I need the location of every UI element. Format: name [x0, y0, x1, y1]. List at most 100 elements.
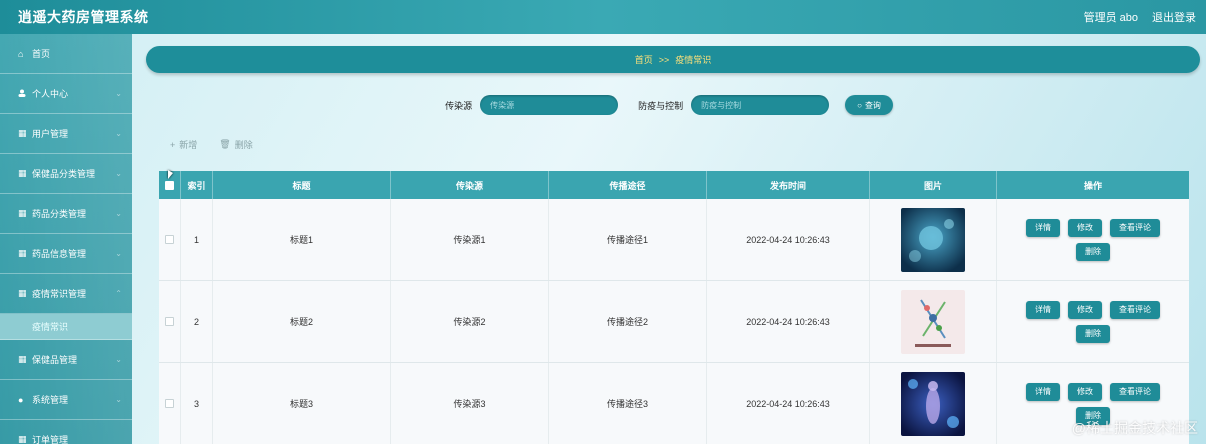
source-input[interactable]: [480, 95, 619, 115]
breadcrumb-home[interactable]: 首页: [635, 53, 653, 66]
sidebar-subitem-epidemic[interactable]: 疫情常识: [0, 314, 132, 340]
grid-icon: ▦: [18, 354, 27, 364]
data-table: 索引 标题 传染源 传播途径 发布时间 图片 操作 1 标题1 传染源1 传播途…: [159, 171, 1189, 444]
cell-index: 2: [181, 281, 213, 362]
delete-button[interactable]: 删除: [1076, 242, 1110, 261]
thumbnail-image[interactable]: [901, 207, 965, 272]
main-content: 首页 >> 疫情常识 传染源 防疫与控制 ○ 查询 + 新增 🗑 删除 索引 标…: [132, 34, 1206, 444]
sidebar-item-label: 用户管理: [32, 129, 69, 139]
cell-index: 1: [181, 199, 213, 280]
table-header: 索引 标题 传染源 传播途径 发布时间 图片 操作: [159, 171, 1189, 199]
detail-button[interactable]: 详情: [1026, 300, 1060, 319]
home-icon: ⌂: [18, 48, 24, 59]
thumbnail-image[interactable]: [901, 289, 965, 354]
edit-button[interactable]: 修改: [1068, 382, 1102, 401]
cell-route: 传播途径3: [549, 363, 707, 444]
source-label: 传染源: [445, 100, 473, 111]
breadcrumb: 首页 >> 疫情常识: [146, 46, 1200, 73]
thumbnail-image[interactable]: [901, 371, 965, 436]
view-comments-button[interactable]: 查看评论: [1110, 382, 1160, 401]
sidebar-item-personal-center[interactable]: 个人中心 ⌄: [0, 74, 132, 114]
prevention-label: 防疫与控制: [638, 100, 684, 111]
sidebar-item-label: 系统管理: [32, 395, 69, 405]
sidebar-item-drug-info[interactable]: ▦ 药品信息管理 ⌄: [0, 234, 132, 274]
view-comments-button[interactable]: 查看评论: [1110, 218, 1160, 237]
row-checkbox[interactable]: [165, 317, 174, 326]
cell-index: 3: [181, 363, 213, 444]
header-image: 图片: [870, 171, 997, 199]
cell-source: 传染源1: [391, 199, 549, 280]
sidebar-item-label: 订单管理: [32, 435, 69, 444]
prevention-input[interactable]: [691, 95, 830, 115]
cell-operations: 详情 修改 查看评论 删除: [997, 199, 1189, 280]
edit-button[interactable]: 修改: [1068, 300, 1102, 319]
search-button[interactable]: ○ 查询: [845, 95, 893, 115]
detail-button[interactable]: 详情: [1026, 218, 1060, 237]
watermark: @稀土掘金技术社区: [1071, 420, 1198, 436]
edit-button[interactable]: 修改: [1068, 218, 1102, 237]
sidebar-item-epidemic-knowledge[interactable]: ▦ 疫情常识管理 ⌃: [0, 274, 132, 314]
sidebar-item-health-category[interactable]: ▦ 保健品分类管理 ⌄: [0, 154, 132, 194]
detail-button[interactable]: 详情: [1026, 382, 1060, 401]
add-button[interactable]: + 新增: [170, 138, 197, 151]
cell-time: 2022-04-24 10:26:43: [707, 363, 870, 444]
sidebar: ⌂ 首页 个人中心 ⌄ ▦ 用户管理 ⌄ ▦ 保健品分类管理 ⌄ ▦ 药品分类管…: [0, 34, 132, 444]
select-all-checkbox[interactable]: [165, 180, 174, 190]
search-form: 传染源 防疫与控制 ○ 查询: [132, 94, 1206, 116]
logout-link[interactable]: 退出登录: [1152, 9, 1196, 25]
app-title: 逍遥大药房管理系统: [18, 9, 149, 25]
header-source: 传染源: [391, 171, 549, 199]
header-index: 索引: [181, 171, 213, 199]
location-icon: ●: [18, 394, 24, 405]
sidebar-item-user-management[interactable]: ▦ 用户管理 ⌄: [0, 114, 132, 154]
cell-title: 标题3: [213, 363, 391, 444]
cell-title: 标题1: [213, 199, 391, 280]
search-icon: ○: [857, 100, 862, 110]
plus-icon: +: [170, 139, 176, 150]
row-checkbox[interactable]: [165, 235, 174, 244]
view-comments-button[interactable]: 查看评论: [1110, 300, 1160, 319]
grid-icon: ▦: [18, 128, 27, 138]
row-check-cell: [159, 199, 181, 280]
cell-image: [870, 363, 997, 444]
sidebar-item-label: 药品分类管理: [32, 209, 87, 219]
row-check-cell: [159, 281, 181, 362]
cell-source: 传染源2: [391, 281, 549, 362]
header-operations: 操作: [1083, 180, 1102, 191]
sidebar-item-label: 首页: [32, 49, 51, 59]
cell-time: 2022-04-24 10:26:43: [707, 281, 870, 362]
sidebar-item-label: 药品信息管理: [32, 249, 87, 259]
cell-route: 传播途径2: [549, 281, 707, 362]
grid-icon: ▦: [18, 168, 27, 178]
sidebar-item-label: 保健品管理: [32, 355, 78, 365]
sidebar-item-home[interactable]: ⌂ 首页: [0, 34, 132, 74]
mouse-cursor-icon: [168, 170, 173, 179]
chevron-down-icon: ⌄: [115, 129, 122, 138]
header-route: 传播途径: [549, 171, 707, 199]
table-row: 1 标题1 传染源1 传播途径1 2022-04-24 10:26:43 详情 …: [159, 199, 1189, 281]
grid-icon: ▦: [18, 434, 27, 444]
table-row: 3 标题3 传染源3 传播途径3 2022-04-24 10:26:43 详情 …: [159, 363, 1189, 444]
cell-route: 传播途径1: [549, 199, 707, 280]
sidebar-item-orders[interactable]: ▦ 订单管理: [0, 420, 132, 444]
chevron-down-icon: ⌄: [115, 169, 122, 178]
sidebar-item-health-products[interactable]: ▦ 保健品管理 ⌄: [0, 340, 132, 380]
current-user: 管理员 abo: [1083, 12, 1138, 24]
sidebar-item-drug-category[interactable]: ▦ 药品分类管理 ⌄: [0, 194, 132, 234]
header-time: 发布时间: [707, 171, 870, 199]
top-bar: 逍遥大药房管理系统 管理员 abo 退出登录: [0, 0, 1206, 34]
chevron-down-icon: ⌄: [115, 89, 122, 98]
chevron-down-icon: ⌄: [115, 209, 122, 218]
user-area: 管理员 abo 退出登录: [1084, 9, 1196, 25]
delete-button[interactable]: 删除: [1076, 324, 1110, 343]
header-title: 标题: [213, 171, 391, 199]
grid-icon: ▦: [18, 288, 27, 298]
cell-time: 2022-04-24 10:26:43: [707, 199, 870, 280]
grid-icon: ▦: [18, 208, 27, 218]
batch-delete-button[interactable]: 🗑 删除: [219, 138, 252, 151]
sidebar-item-label: 疫情常识管理: [32, 289, 87, 299]
row-checkbox[interactable]: [165, 399, 174, 408]
sidebar-item-system[interactable]: ● 系统管理 ⌄: [0, 380, 132, 420]
table-row: 2 标题2 传染源2 传播途径2 2022-04-24 10:26:43 详情 …: [159, 281, 1189, 363]
action-bar: + 新增 🗑 删除: [170, 138, 253, 151]
